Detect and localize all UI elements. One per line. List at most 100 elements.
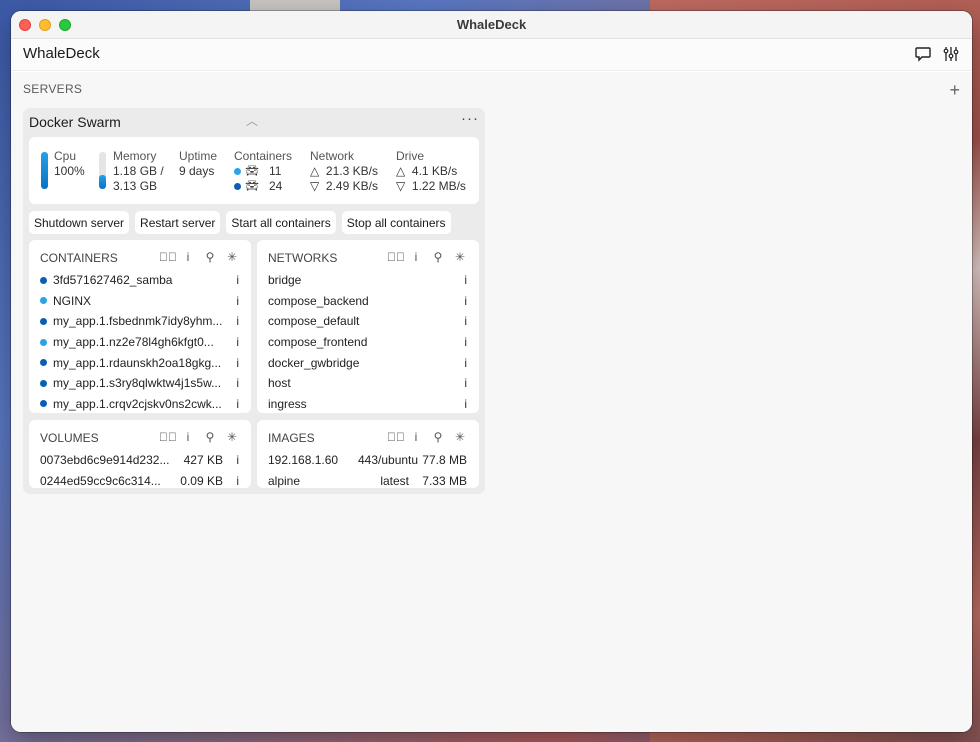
- running-dot: [234, 168, 241, 175]
- container-row[interactable]: NGINX i: [29, 291, 251, 312]
- networks-panel-title: NETWORKS: [268, 251, 338, 265]
- network-row[interactable]: compose_frontend i: [257, 332, 479, 353]
- containers-running: 11: [268, 164, 282, 178]
- network-row[interactable]: docker_gwbridge i: [257, 352, 479, 373]
- network-row[interactable]: compose_backend i: [257, 291, 479, 312]
- sliders-icon[interactable]: [942, 45, 960, 63]
- container-row[interactable]: my_app.1.nz2e78l4gh6kfgt0... i: [29, 332, 251, 353]
- memory-total: 3.13 GB: [113, 179, 158, 193]
- cpu-stat: Cpu 100%: [54, 149, 85, 179]
- info-icon[interactable]: i: [229, 356, 239, 370]
- check-circle-icon[interactable]: ✓⃝: [387, 250, 405, 264]
- image-row[interactable]: alpine latest 7.33 MB: [257, 471, 479, 488]
- cpu-bar-fill: [41, 152, 48, 189]
- network-row[interactable]: bridge i: [257, 270, 479, 291]
- container-name: NGINX: [53, 293, 92, 308]
- info-icon[interactable]: i: [229, 314, 239, 328]
- images-panel: IMAGES ✓⃝ i ⚲ ✳ 192.168.1.60 443/ubuntu 77…: [257, 420, 479, 488]
- containers-panel-title: CONTAINERS: [40, 251, 118, 265]
- containers-panel-icons: ✓⃝ i ⚲ ✳: [159, 250, 239, 264]
- container-row[interactable]: my_app.1.rdaunskh2oa18gkg... i: [29, 352, 251, 373]
- network-label: Network: [310, 149, 355, 163]
- containers-stat: Containers 🚘︎ 11 🚘︎ 24: [234, 149, 292, 194]
- spinner-icon[interactable]: ✳: [225, 250, 239, 264]
- uptime-label: Uptime: [179, 149, 218, 163]
- info-icon[interactable]: i: [229, 294, 239, 308]
- search-icon[interactable]: ⚲: [431, 250, 445, 264]
- container-row[interactable]: my_app.1.s3ry8qlwktw4j1s5w... i: [29, 373, 251, 394]
- volume-name: 0073ebd6c9e914d232...: [40, 453, 170, 468]
- network-row[interactable]: compose_default i: [257, 311, 479, 332]
- search-icon[interactable]: ⚲: [203, 250, 217, 264]
- volumes-panel-title: VOLUMES: [40, 431, 99, 445]
- server-stats: Cpu 100% Memory 1.18 GB / 3.13 GB Uptime…: [29, 137, 479, 204]
- volumes-list: 0073ebd6c9e914d232... 427 KB i 0244ed59cc9c…: [29, 450, 251, 488]
- collapse-icon[interactable]: ︿: [246, 112, 258, 129]
- traffic-lights: [19, 19, 71, 31]
- volume-row[interactable]: 0244ed59cc9c6c314... 0.09 KB i: [29, 471, 251, 488]
- stop-all-containers-button[interactable]: Stop all containers: [341, 211, 451, 234]
- image-name: 192.168.1.60: [268, 453, 339, 468]
- info-icon[interactable]: i: [457, 397, 467, 411]
- volumes-panel-icons: ✓⃝ i ⚲ ✳: [159, 430, 239, 444]
- car-icon: 🚘︎: [245, 180, 259, 192]
- check-circle-icon[interactable]: ✓⃝: [159, 250, 177, 264]
- restart-server-button[interactable]: Restart server: [135, 211, 221, 234]
- spinner-icon[interactable]: ✳: [453, 250, 467, 264]
- more-options-icon[interactable]: ···: [461, 110, 479, 127]
- network-row[interactable]: ingress i: [257, 394, 479, 413]
- network-name: bridge: [268, 273, 302, 288]
- memory-bar-fill: [99, 174, 106, 189]
- minimize-window-button[interactable]: [39, 19, 51, 31]
- info-icon[interactable]: i: [457, 314, 467, 328]
- containers-panel: CONTAINERS ✓⃝ i ⚲ ✳ 3fd571627462_samba i N…: [29, 240, 251, 413]
- info-icon[interactable]: i: [181, 430, 195, 444]
- info-icon[interactable]: i: [229, 453, 239, 467]
- info-icon[interactable]: i: [457, 356, 467, 370]
- volume-row[interactable]: 0073ebd6c9e914d232... 427 KB i: [29, 450, 251, 471]
- search-icon[interactable]: ⚲: [203, 430, 217, 444]
- container-name: my_app.1.nz2e78l4gh6kfgt0...: [53, 335, 214, 350]
- status-dot: [40, 338, 47, 346]
- info-icon[interactable]: i: [229, 376, 239, 390]
- spinner-icon[interactable]: ✳: [225, 430, 239, 444]
- chat-icon[interactable]: [914, 45, 932, 63]
- up-arrow-icon: △: [396, 164, 406, 178]
- network-name: docker_gwbridge: [268, 355, 360, 370]
- info-icon[interactable]: i: [229, 474, 239, 488]
- check-circle-icon[interactable]: ✓⃝: [387, 430, 405, 444]
- titlebar[interactable]: WhaleDeck: [11, 11, 972, 39]
- memory-value: 1.18 GB /: [113, 164, 164, 178]
- spinner-icon[interactable]: ✳: [453, 430, 467, 444]
- check-circle-icon[interactable]: ✓⃝: [159, 430, 177, 444]
- search-icon[interactable]: ⚲: [431, 430, 445, 444]
- plus-icon[interactable]: +: [949, 81, 960, 99]
- container-row[interactable]: 3fd571627462_samba i: [29, 270, 251, 291]
- images-panel-title: IMAGES: [268, 431, 315, 445]
- containers-label: Containers: [234, 149, 293, 163]
- info-icon[interactable]: i: [457, 376, 467, 390]
- container-row[interactable]: my_app.1.crqv2cjskv0ns2cwk... i: [29, 394, 251, 413]
- drive-down-row: ▽ 1.22 MB/s: [396, 179, 466, 194]
- info-icon[interactable]: i: [229, 397, 239, 411]
- info-icon[interactable]: i: [409, 250, 423, 264]
- info-icon[interactable]: i: [229, 273, 239, 287]
- network-up-row: △ 21.3 KB/s: [310, 164, 378, 179]
- down-arrow-icon: ▽: [310, 179, 320, 193]
- info-icon[interactable]: i: [457, 335, 467, 349]
- container-row[interactable]: my_app.1.fsbednmk7idy8yhm... i: [29, 311, 251, 332]
- close-window-button[interactable]: [19, 19, 31, 31]
- start-all-containers-button[interactable]: Start all containers: [226, 211, 336, 234]
- network-row[interactable]: host i: [257, 373, 479, 394]
- image-size: 77.8 MB: [422, 453, 467, 468]
- info-icon[interactable]: i: [229, 335, 239, 349]
- info-icon[interactable]: i: [409, 430, 423, 444]
- shutdown-server-button[interactable]: Shutdown server: [29, 211, 130, 234]
- server-card: Docker Swarm ︿ ··· Cpu 100% Memory 1.18 …: [23, 108, 485, 494]
- info-icon[interactable]: i: [457, 273, 467, 287]
- info-icon[interactable]: i: [457, 294, 467, 308]
- info-icon[interactable]: i: [181, 250, 195, 264]
- network-down-row: ▽ 2.49 KB/s: [310, 179, 378, 194]
- image-row[interactable]: 192.168.1.60 443/ubuntu 77.8 MB: [257, 450, 479, 471]
- zoom-window-button[interactable]: [59, 19, 71, 31]
